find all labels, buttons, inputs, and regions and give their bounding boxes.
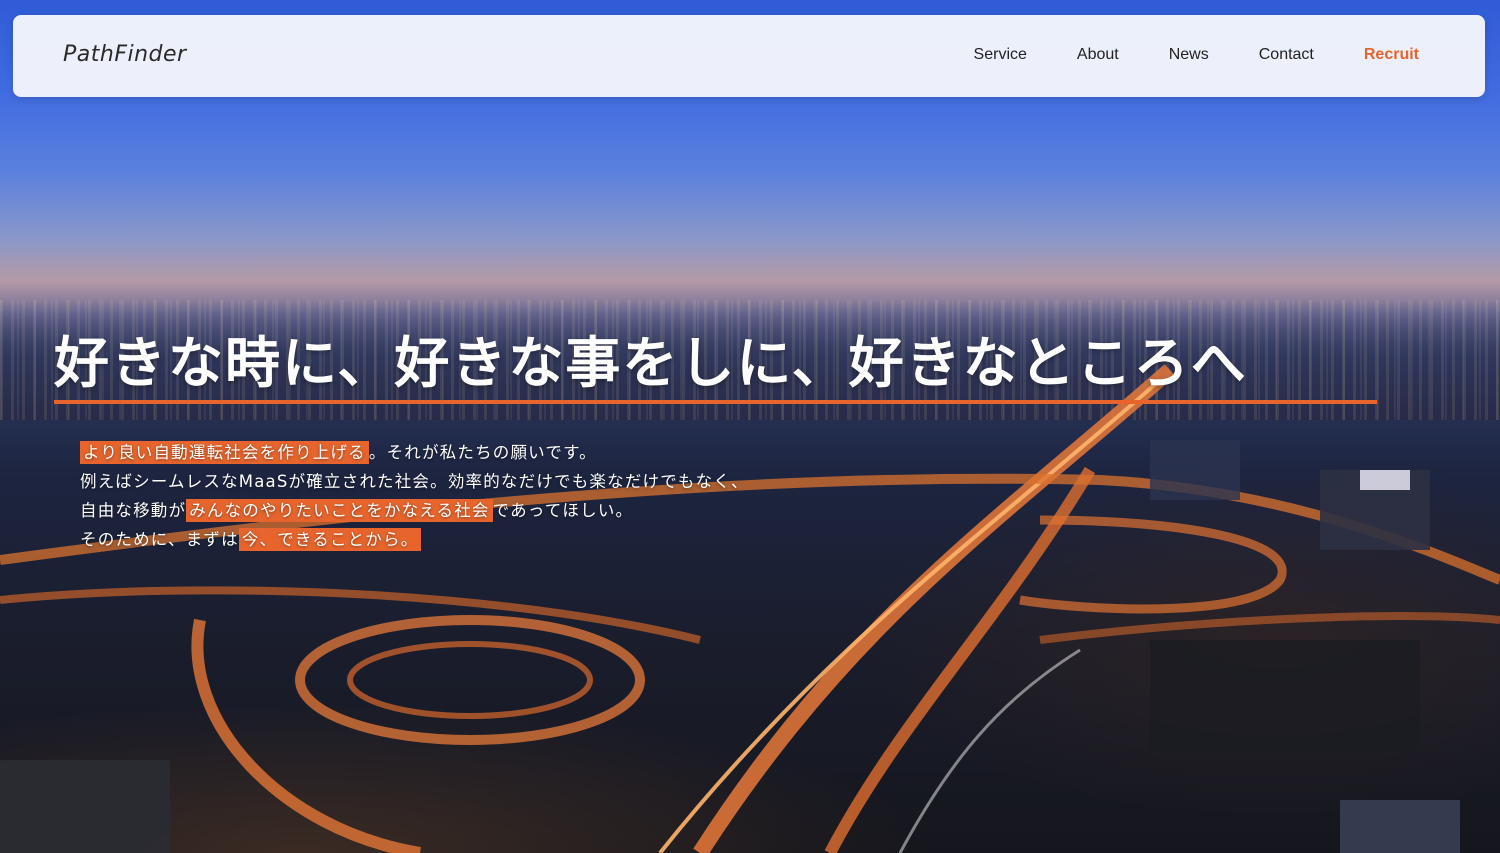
highlighted-phrase: より良い自動運転社会を作り上げる xyxy=(80,441,369,464)
headline-underline xyxy=(54,400,1377,404)
highlighted-phrase: 今、できることから。 xyxy=(238,528,422,551)
site-header: PathFinder Service About News Contact Re… xyxy=(13,15,1485,97)
description-line: より良い自動運転社会を作り上げる 。それが私たちの願いです。 xyxy=(80,438,749,467)
hero-description: より良い自動運転社会を作り上げる 。それが私たちの願いです。 例えばシームレスなM… xyxy=(80,438,749,554)
nav-service-link[interactable]: Service xyxy=(974,46,1027,64)
site-logo[interactable]: PathFinder xyxy=(63,42,187,67)
nav-recruit-link[interactable]: Recruit xyxy=(1364,46,1419,64)
nav-news-link[interactable]: News xyxy=(1169,46,1209,64)
description-line: 自由な移動が みんなのやりたいことをかなえる社会 であってほしい。 xyxy=(80,499,634,522)
main-nav: Service About News Contact Recruit xyxy=(974,46,1419,64)
nav-about-link[interactable]: About xyxy=(1077,46,1119,64)
description-line: 例えばシームレスなMaaSが確立された社会。効率的なだけでも楽なだけでもなく、 xyxy=(80,472,749,491)
nav-contact-link[interactable]: Contact xyxy=(1259,46,1314,64)
highlighted-phrase: みんなのやりたいことをかなえる社会 xyxy=(186,499,493,522)
hero-headline: 好きな時に、好きな事をしに、好きなところへ xyxy=(54,331,1248,395)
hero-section: PathFinder Service About News Contact Re… xyxy=(0,0,1500,853)
description-line: そのために、まずは 今、できることから。 xyxy=(80,525,749,554)
highway-interchange-image xyxy=(0,364,1500,853)
